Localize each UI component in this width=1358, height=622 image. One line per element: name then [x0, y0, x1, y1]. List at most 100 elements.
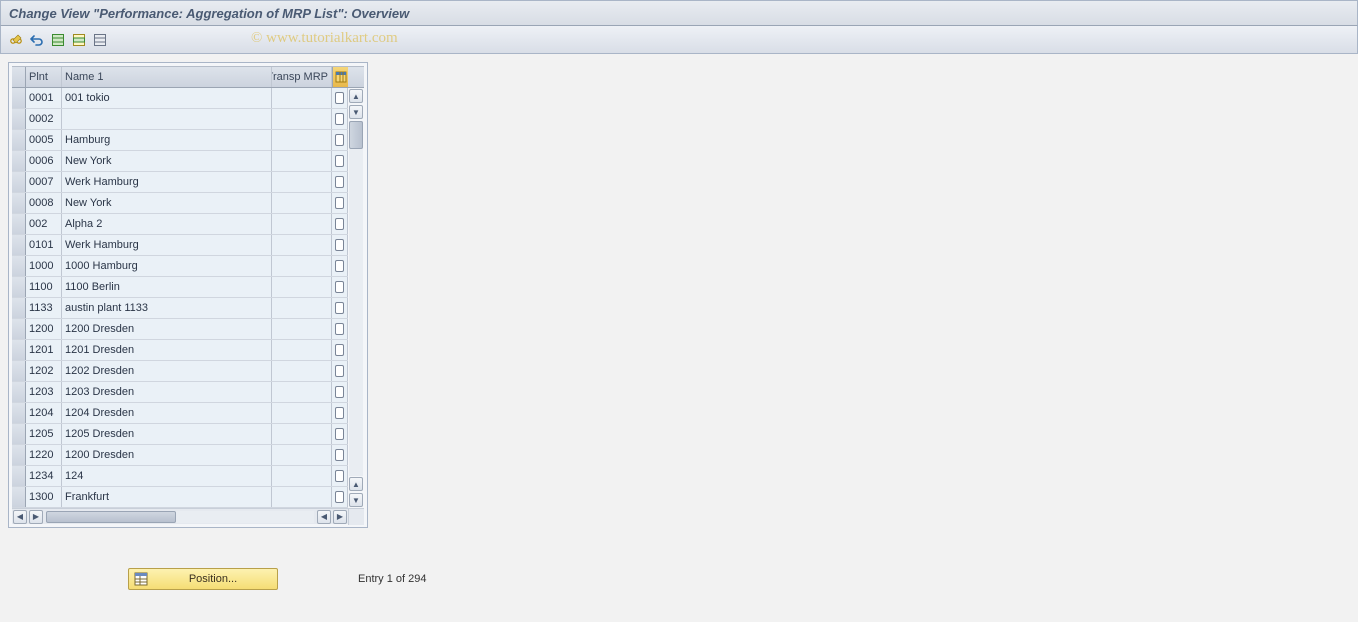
row-selector[interactable] — [12, 130, 26, 150]
header-transp-mrp[interactable]: Transp MRP — [272, 67, 332, 87]
transp-mrp-checkbox[interactable] — [335, 197, 344, 209]
cell-plnt[interactable]: 1234 — [26, 466, 62, 486]
cell-name1[interactable]: 1204 Dresden — [62, 403, 272, 423]
table-settings-button[interactable] — [332, 67, 348, 87]
cell-name1[interactable]: 1205 Dresden — [62, 424, 272, 444]
other-view-button[interactable] — [28, 31, 46, 49]
cell-plnt[interactable]: 1204 — [26, 403, 62, 423]
cell-name1[interactable]: Frankfurt — [62, 487, 272, 507]
cell-plnt[interactable]: 0001 — [26, 88, 62, 108]
cell-name1[interactable]: Werk Hamburg — [62, 172, 272, 192]
row-selector[interactable] — [12, 193, 26, 213]
cell-plnt[interactable]: 1200 — [26, 319, 62, 339]
hscroll-left-fixed-button[interactable]: ◀ — [13, 510, 27, 524]
cell-plnt[interactable]: 1300 — [26, 487, 62, 507]
transp-mrp-checkbox[interactable] — [335, 155, 344, 167]
cell-plnt[interactable]: 1100 — [26, 277, 62, 297]
transp-mrp-checkbox[interactable] — [335, 260, 344, 272]
cell-name1[interactable]: Hamburg — [62, 130, 272, 150]
cell-name1[interactable]: Werk Hamburg — [62, 235, 272, 255]
cell-name1[interactable]: New York — [62, 151, 272, 171]
cell-name1[interactable]: 1200 Dresden — [62, 319, 272, 339]
transp-mrp-checkbox[interactable] — [335, 407, 344, 419]
cell-name1[interactable]: 1202 Dresden — [62, 361, 272, 381]
row-selector[interactable] — [12, 340, 26, 360]
cell-name1[interactable]: 1200 Dresden — [62, 445, 272, 465]
hscroll-track[interactable] — [46, 511, 314, 523]
cell-plnt[interactable]: 0002 — [26, 109, 62, 129]
select-all-button[interactable] — [49, 31, 67, 49]
transp-mrp-checkbox[interactable] — [335, 449, 344, 461]
cell-plnt[interactable]: 1205 — [26, 424, 62, 444]
row-selector[interactable] — [12, 361, 26, 381]
vscroll-up-button[interactable]: ▲ — [349, 89, 363, 103]
hscroll-left-button[interactable]: ◀ — [317, 510, 331, 524]
row-selector[interactable] — [12, 445, 26, 465]
cell-plnt[interactable]: 0008 — [26, 193, 62, 213]
cell-plnt[interactable]: 1202 — [26, 361, 62, 381]
vscroll-up-page-button[interactable]: ▲ — [349, 477, 363, 491]
transp-mrp-checkbox[interactable] — [335, 344, 344, 356]
header-selector-column[interactable] — [12, 67, 26, 87]
row-selector[interactable] — [12, 109, 26, 129]
row-selector[interactable] — [12, 424, 26, 444]
cell-plnt[interactable]: 1203 — [26, 382, 62, 402]
transp-mrp-checkbox[interactable] — [335, 323, 344, 335]
cell-plnt[interactable]: 1133 — [26, 298, 62, 318]
row-selector[interactable] — [12, 466, 26, 486]
transp-mrp-checkbox[interactable] — [335, 176, 344, 188]
cell-name1[interactable]: 124 — [62, 466, 272, 486]
cell-plnt[interactable]: 1000 — [26, 256, 62, 276]
transp-mrp-checkbox[interactable] — [335, 218, 344, 230]
cell-name1[interactable]: 1000 Hamburg — [62, 256, 272, 276]
transp-mrp-checkbox[interactable] — [335, 470, 344, 482]
cell-plnt[interactable]: 0006 — [26, 151, 62, 171]
vscroll-track[interactable] — [349, 121, 363, 476]
hscroll-right-fixed-button[interactable]: ▶ — [29, 510, 43, 524]
hscroll-right-button[interactable]: ▶ — [333, 510, 347, 524]
cell-name1[interactable]: Alpha 2 — [62, 214, 272, 234]
row-selector[interactable] — [12, 403, 26, 423]
vscroll-down-page-button[interactable]: ▼ — [349, 105, 363, 119]
vscroll-down-button[interactable]: ▼ — [349, 493, 363, 507]
deselect-all-button[interactable] — [91, 31, 109, 49]
cell-plnt[interactable]: 0101 — [26, 235, 62, 255]
transp-mrp-checkbox[interactable] — [335, 491, 344, 503]
transp-mrp-checkbox[interactable] — [335, 365, 344, 377]
cell-plnt[interactable]: 1220 — [26, 445, 62, 465]
header-name1[interactable]: Name 1 — [62, 67, 272, 87]
row-selector[interactable] — [12, 319, 26, 339]
row-selector[interactable] — [12, 214, 26, 234]
row-selector[interactable] — [12, 256, 26, 276]
transp-mrp-checkbox[interactable] — [335, 134, 344, 146]
cell-name1[interactable] — [62, 109, 272, 129]
cell-plnt[interactable]: 0007 — [26, 172, 62, 192]
transp-mrp-checkbox[interactable] — [335, 113, 344, 125]
transp-mrp-checkbox[interactable] — [335, 428, 344, 440]
row-selector[interactable] — [12, 298, 26, 318]
row-selector[interactable] — [12, 487, 26, 507]
cell-name1[interactable]: 1201 Dresden — [62, 340, 272, 360]
header-plnt[interactable]: Plnt — [26, 67, 62, 87]
toggle-display-change-button[interactable] — [7, 31, 25, 49]
row-selector[interactable] — [12, 235, 26, 255]
cell-name1[interactable]: 001 tokio — [62, 88, 272, 108]
cell-name1[interactable]: austin plant 1133 — [62, 298, 272, 318]
row-selector[interactable] — [12, 382, 26, 402]
row-selector[interactable] — [12, 172, 26, 192]
cell-name1[interactable]: 1100 Berlin — [62, 277, 272, 297]
cell-name1[interactable]: New York — [62, 193, 272, 213]
row-selector[interactable] — [12, 151, 26, 171]
hscroll-thumb[interactable] — [46, 511, 176, 523]
cell-name1[interactable]: 1203 Dresden — [62, 382, 272, 402]
transp-mrp-checkbox[interactable] — [335, 281, 344, 293]
row-selector[interactable] — [12, 88, 26, 108]
cell-plnt[interactable]: 002 — [26, 214, 62, 234]
transp-mrp-checkbox[interactable] — [335, 386, 344, 398]
vscroll-thumb[interactable] — [349, 121, 363, 149]
cell-plnt[interactable]: 0005 — [26, 130, 62, 150]
transp-mrp-checkbox[interactable] — [335, 239, 344, 251]
select-block-button[interactable] — [70, 31, 88, 49]
position-button[interactable]: Position... — [128, 568, 278, 590]
cell-plnt[interactable]: 1201 — [26, 340, 62, 360]
